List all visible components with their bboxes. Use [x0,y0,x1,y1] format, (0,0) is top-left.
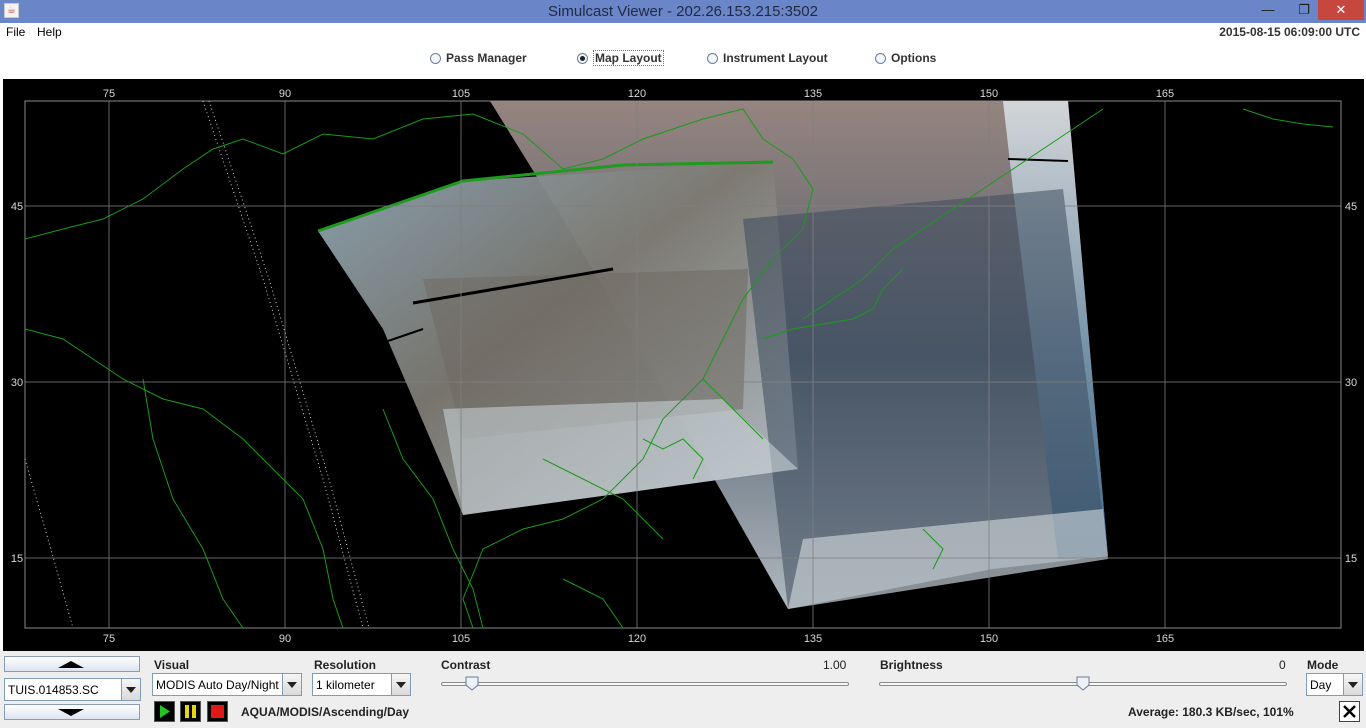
close-icon[interactable]: ✕ [1318,0,1364,20]
x-axis-top: 75 90 105 120 135 150 165 [103,88,1174,100]
utc-clock: 2015-08-15 06:09:00 UTC [1219,25,1360,39]
mode-label: Mode [1307,658,1339,672]
tick-label: 135 [804,88,822,100]
tab-instrument-layout[interactable]: Instrument Layout [707,49,828,67]
arrow-down-icon [58,709,84,716]
tick-label: 150 [980,88,998,100]
tab-pass-manager[interactable]: Pass Manager [430,49,527,67]
y-axis-left: 45 30 15 [11,201,23,565]
next-pass-button[interactable] [4,704,140,720]
arrow-up-icon [58,661,84,668]
play-button[interactable] [154,701,175,722]
tick-label: 30 [11,377,23,389]
close-panel-button[interactable] [1339,701,1360,722]
brightness-value: 0 [1279,658,1286,672]
resolution-select[interactable]: 1 kilometer [312,673,411,696]
x-axis-bottom: 75 90 105 120 135 150 165 [103,633,1174,645]
pause-icon [185,705,196,718]
tick-label: 30 [1345,377,1357,389]
contrast-slider-thumb[interactable] [465,676,479,691]
map-view[interactable]: 75 90 105 120 135 150 165 75 90 105 120 … [3,79,1364,651]
chevron-down-icon[interactable] [1343,674,1362,695]
tick-label: 105 [452,88,470,100]
chevron-down-icon[interactable] [391,674,410,695]
close-icon [1343,705,1356,718]
mode-select[interactable]: Day [1306,673,1363,696]
pause-button[interactable] [180,701,201,722]
tick-label: 150 [980,633,998,645]
tick-label: 15 [1345,553,1357,565]
tick-label: 15 [11,553,23,565]
stop-icon [211,705,224,718]
tick-label: 45 [1345,201,1357,213]
y-axis-right: 45 30 15 [1345,201,1357,565]
tick-label: 135 [804,633,822,645]
radio-icon[interactable] [707,52,718,64]
chevron-down-icon[interactable] [282,674,301,695]
transfer-status: Average: 180.3 KB/sec, 101% [1128,705,1294,719]
product-label: AQUA/MODIS/Ascending/Day [241,705,410,719]
minimize-icon[interactable]: — [1254,0,1282,20]
tick-label: 105 [452,633,470,645]
radio-selected-icon[interactable] [577,52,588,64]
tick-label: 90 [279,633,291,645]
pass-selector[interactable]: TUIS.014853.SC [4,678,141,701]
radio-icon[interactable] [430,52,441,64]
tick-label: 45 [11,201,23,213]
visual-select[interactable]: MODIS Auto Day/Night [152,673,302,696]
radio-icon[interactable] [875,52,886,64]
view-selector: Pass Manager Map Layout Instrument Layou… [0,41,1366,77]
restore-icon[interactable]: ❐ [1290,0,1318,20]
chevron-down-icon[interactable] [121,679,140,700]
tick-label: 90 [279,88,291,100]
contrast-label: Contrast [441,658,491,672]
menu-file[interactable]: File [6,25,25,39]
contrast-slider-track[interactable] [441,682,849,686]
menu-bar: File Help 2015-08-15 06:09:00 UTC [0,23,1366,41]
control-panel: TUIS.014853.SC Visual MODIS Auto Day/Nig… [0,651,1366,728]
map-canvas[interactable]: 75 90 105 120 135 150 165 75 90 105 120 … [3,79,1364,651]
resolution-label: Resolution [314,658,376,672]
visual-label: Visual [154,658,190,672]
play-icon [160,705,170,718]
tick-label: 75 [103,88,115,100]
tick-label: 120 [628,88,646,100]
tick-label: 75 [103,633,115,645]
stop-button[interactable] [207,701,228,722]
title-bar: ☕ Simulcast Viewer - 202.26.153.215:3502… [0,0,1366,23]
tick-label: 165 [1156,633,1174,645]
previous-pass-button[interactable] [4,656,140,672]
tab-options[interactable]: Options [875,49,936,67]
contrast-value: 1.00 [823,658,847,672]
window-title: Simulcast Viewer - 202.26.153.215:3502 [548,3,818,20]
tab-map-layout[interactable]: Map Layout [577,49,664,67]
tick-label: 120 [628,633,646,645]
brightness-label: Brightness [880,658,943,672]
menu-help[interactable]: Help [37,25,62,39]
brightness-slider-thumb[interactable] [1076,676,1090,691]
tick-label: 165 [1156,88,1174,100]
